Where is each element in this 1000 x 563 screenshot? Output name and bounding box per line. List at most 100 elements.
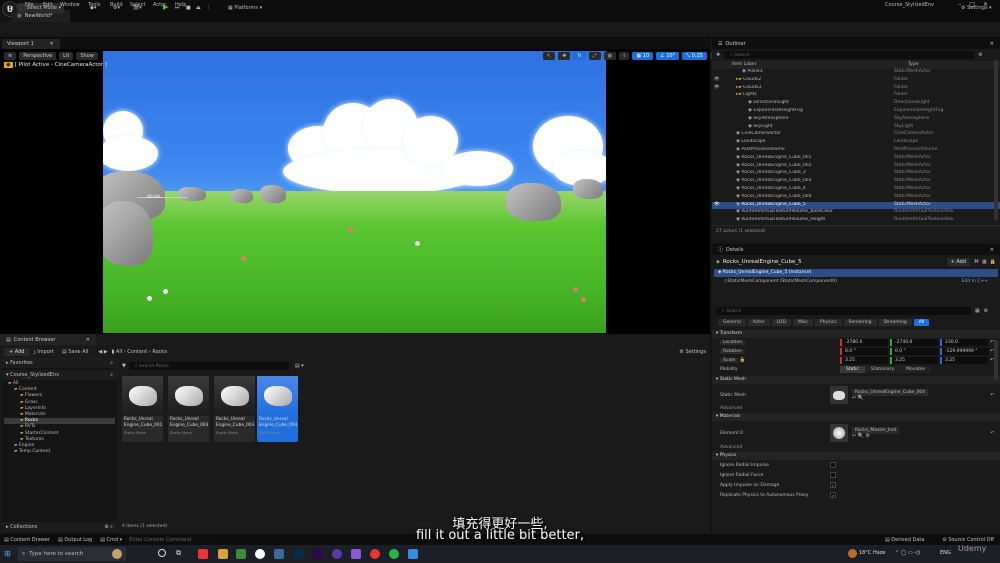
system-tray-icons[interactable]: ⌃ ◯ ▭ ◁) xyxy=(895,550,920,556)
static-mesh-section[interactable]: ▾ Static Mesh xyxy=(712,376,1000,384)
scale-y[interactable]: 3.25 xyxy=(890,357,938,364)
cb-settings-button[interactable]: ⚙ Settings xyxy=(679,349,706,355)
filter-tab-actor[interactable]: Actor xyxy=(747,319,770,326)
materials-advanced[interactable]: Advanced xyxy=(712,445,1000,450)
camera-icon[interactable]: ◉ xyxy=(4,62,13,68)
close-icon[interactable]: ✕ xyxy=(49,41,53,47)
scale-label[interactable]: Scale xyxy=(720,358,739,363)
item-label-header[interactable]: Item Label xyxy=(732,62,908,68)
reset-icon[interactable]: ↶ xyxy=(990,431,994,436)
filter-tab-general[interactable]: General xyxy=(718,319,746,326)
settings-icon[interactable]: ⚙ xyxy=(978,52,982,58)
scale-tool-icon[interactable]: ⤢ xyxy=(588,52,601,60)
materials-section[interactable]: ▾ Materials xyxy=(712,413,1000,421)
favorites-header[interactable]: ▸ Favorites ⌕ xyxy=(2,358,117,368)
breadcrumb-rocks[interactable]: Rocks xyxy=(152,349,167,355)
checkbox[interactable]: ✓ xyxy=(830,482,836,488)
filter-icon[interactable]: ▼ xyxy=(122,363,126,369)
add-button[interactable]: + Add xyxy=(4,347,30,356)
surface-snap-icon[interactable]: ⌇ xyxy=(619,52,630,60)
app-icon[interactable] xyxy=(370,549,380,559)
search-icon[interactable]: ⌕ xyxy=(110,360,113,366)
move-tool-icon[interactable]: ✥ xyxy=(558,52,571,60)
filter-tab-streaming[interactable]: Streaming xyxy=(878,319,912,326)
location-z[interactable]: 230.0 xyxy=(940,339,988,346)
outliner-row[interactable]: ◉ ExponentialHeightFog ExponentialHeightF… xyxy=(712,108,1000,116)
rotation-z[interactable]: -129.999999 ° xyxy=(940,348,988,355)
outliner-row[interactable]: ◉ Plane3 StaticMeshActor xyxy=(712,69,1000,77)
project-header[interactable]: ▾ Course_StylizedEnv ⌕ xyxy=(2,370,117,380)
save-icon[interactable]: ▤ xyxy=(4,3,15,13)
back-icon[interactable]: ◀ ▶ xyxy=(98,349,107,355)
photoshop-icon[interactable] xyxy=(294,549,304,559)
add-filter-icon[interactable]: ✚ xyxy=(716,52,720,58)
whatsapp-icon[interactable] xyxy=(389,549,399,559)
outliner-row[interactable]: 👁 ▸▰ Clouds3 Folder xyxy=(712,85,1000,93)
outliner-row[interactable]: 👁 ▸▰ Clouds2 Folder xyxy=(712,77,1000,85)
filter-tab-all[interactable]: All xyxy=(913,319,930,326)
mobility-stationary[interactable]: Stationary xyxy=(864,366,901,373)
settings-button[interactable]: ⚙ Settings ▾ xyxy=(958,3,995,13)
menu-tools[interactable]: Tools xyxy=(88,2,100,8)
details-search-input[interactable]: ⌕ Search xyxy=(716,307,971,315)
windows-start-icon[interactable]: ⊞ xyxy=(4,549,11,558)
grid-view-icon[interactable]: ▦ xyxy=(975,308,980,314)
perspective-button[interactable]: Perspective xyxy=(19,52,57,60)
material-thumbnail[interactable] xyxy=(830,424,848,442)
checkbox[interactable]: ✓ xyxy=(830,492,836,498)
asset-tile[interactable]: Rocks_Unreal Engine_Cube_004 Static Mesh xyxy=(257,376,298,442)
location-y[interactable]: -2740.0 xyxy=(890,339,938,346)
outliner-row[interactable]: ◉ PostProcessVolume PostProcessVolume xyxy=(712,147,1000,155)
close-icon[interactable]: ✕ xyxy=(990,247,994,253)
filter-tab-rendering[interactable]: Rendering xyxy=(843,319,877,326)
static-mesh-advanced[interactable]: Advanced xyxy=(712,406,1000,411)
rotation-label[interactable]: Rotation xyxy=(720,349,745,354)
grid-icon[interactable]: ▦ xyxy=(982,259,987,265)
location-label[interactable]: Location xyxy=(720,340,746,345)
edit-cpp-link[interactable]: Edit in C++ xyxy=(962,279,988,284)
scale-snap-button[interactable]: ⤡ 0.25 xyxy=(682,52,707,60)
outliner-row[interactable]: ▸▰ Lights Folder xyxy=(712,92,1000,100)
menu-help[interactable]: Help xyxy=(175,2,186,8)
instance-row[interactable]: ◈ Rocks_UnrealEngine_Cube_5 (Instance) xyxy=(714,269,998,277)
outliner-row[interactable]: ◉ Rocks_UnrealEngine_Cube_004 StaticMeshA… xyxy=(712,194,1000,202)
search-icon[interactable]: ⌕ xyxy=(110,372,113,378)
filter-tab-physics[interactable]: Physics xyxy=(814,319,842,326)
outliner-row[interactable]: 👁 ◉ Rocks_UnrealEngine_Cube_5 StaticMeshAc… xyxy=(712,201,1000,210)
asset-tile[interactable]: Rocks_Unreal Engine_Cube_001 Static Mesh xyxy=(122,376,163,442)
cortana-icon[interactable] xyxy=(158,549,166,557)
close-icon[interactable]: ✕ xyxy=(990,41,994,47)
more-play-icon[interactable]: ⋮ xyxy=(203,3,214,13)
transform-section[interactable]: ▾ Transform xyxy=(712,330,1000,338)
actor-name[interactable]: Rocks_UnrealEngine_Cube_5 xyxy=(723,259,802,265)
outliner-row[interactable]: ◉ Landscape Landscape xyxy=(712,139,1000,147)
reset-icon[interactable]: ↶ xyxy=(990,393,994,398)
menu-window[interactable]: Window xyxy=(60,2,80,8)
mobility-static[interactable]: Static xyxy=(840,366,865,373)
content-browser-tab[interactable]: ▤ Content Browser ✕ xyxy=(0,334,96,345)
viewport-menu-icon[interactable]: ≡ xyxy=(4,52,17,60)
details-scrollbar[interactable] xyxy=(994,340,998,380)
checkbox[interactable] xyxy=(830,462,836,468)
premiere-icon[interactable] xyxy=(313,549,323,559)
task-view-icon[interactable]: ⧉ xyxy=(176,549,181,558)
rotation-x[interactable]: 0.0 ° xyxy=(840,348,888,355)
outliner-row[interactable]: ◉ Rocks_UnrealEngine_Cube_3 StaticMeshAct… xyxy=(712,170,1000,178)
save-search-icon[interactable]: ▤ ▾ xyxy=(295,363,304,369)
outliner-row[interactable]: ◉ Rocks_UnrealEngine_Cube_003 StaticMeshA… xyxy=(712,178,1000,186)
menu-build[interactable]: Build xyxy=(110,2,123,8)
app-icon[interactable] xyxy=(236,549,246,559)
menu-file[interactable]: File xyxy=(25,2,33,8)
scale-x[interactable]: 3.25 xyxy=(840,357,888,364)
filter-tab-misc[interactable]: Misc xyxy=(792,319,813,326)
app-icon[interactable] xyxy=(351,549,361,559)
unreal-taskbar-icon[interactable] xyxy=(255,549,265,559)
grid-snap-button[interactable]: ▦ 10 xyxy=(632,52,654,60)
language-indicator[interactable]: ENG xyxy=(940,550,951,556)
close-icon[interactable]: ✕ xyxy=(86,337,90,343)
type-header[interactable]: Type xyxy=(908,62,918,68)
viewport-scene[interactable]: 40.00 xyxy=(103,51,606,333)
asset-tile[interactable]: Rocks_Unreal Engine_Cube_003 Static Mesh xyxy=(168,376,209,442)
outliner-search-input[interactable]: ⌕ Search xyxy=(724,51,975,59)
outliner-row[interactable]: ◉ DirectionalLight DirectionalLight xyxy=(712,100,1000,108)
